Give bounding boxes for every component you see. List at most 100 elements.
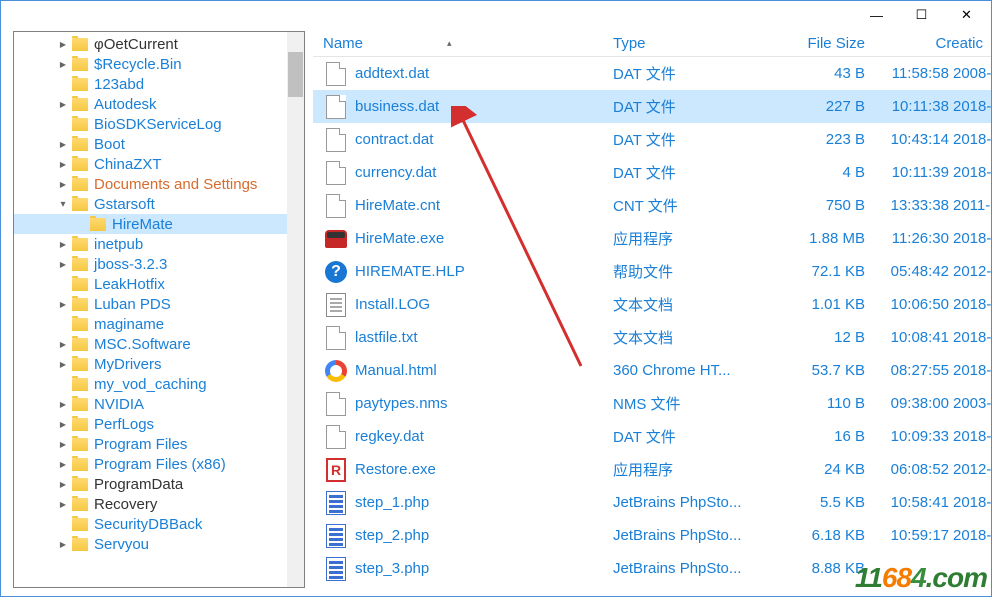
- chevron-right-icon[interactable]: ▶: [56, 60, 70, 69]
- folder-icon: [72, 378, 88, 391]
- file-row[interactable]: step_2.phpJetBrains PhpSto...6.18 KB10:5…: [313, 519, 991, 552]
- file-row[interactable]: Manual.html360 Chrome HT...53.7 KB08:27:…: [313, 354, 991, 387]
- tree-item[interactable]: ▶HireMate: [14, 214, 304, 234]
- scroll-thumb[interactable]: [288, 52, 303, 97]
- cell-size: 72.1 KB: [785, 263, 873, 280]
- tree-item[interactable]: ▶Program Files (x86): [14, 454, 304, 474]
- file-row[interactable]: addtext.datDAT 文件43 B11:58:582008-: [313, 57, 991, 90]
- chevron-down-icon[interactable]: ▾: [56, 199, 70, 210]
- folder-icon: [72, 58, 88, 71]
- folder-tree[interactable]: ▶φOetCurrent▶$Recycle.Bin▶123abd▶Autodes…: [14, 32, 304, 554]
- file-row[interactable]: lastfile.txt文本文档12 B10:08:412018-: [313, 321, 991, 354]
- chevron-right-icon[interactable]: ▶: [56, 480, 70, 489]
- minimize-button[interactable]: —: [854, 1, 899, 29]
- chevron-right-icon[interactable]: ▶: [56, 540, 70, 549]
- tree-item[interactable]: ▶Luban PDS: [14, 294, 304, 314]
- tree-item[interactable]: ▶ Documents and Settings: [14, 174, 304, 194]
- tree-item[interactable]: ▶Boot: [14, 134, 304, 154]
- column-size[interactable]: File Size: [785, 31, 873, 56]
- column-creation[interactable]: Creatic: [873, 31, 983, 56]
- folder-icon: [72, 338, 88, 351]
- chevron-right-icon[interactable]: ▶: [56, 180, 70, 189]
- tree-item[interactable]: ▶ MSC.Software: [14, 334, 304, 354]
- cell-year: 2008-: [949, 65, 989, 82]
- chevron-right-icon[interactable]: ▶: [56, 500, 70, 509]
- tree-scrollbar[interactable]: [287, 32, 304, 587]
- tree-item-label: MSC.Software: [94, 336, 191, 353]
- tree-item[interactable]: ▶NVIDIA: [14, 394, 304, 414]
- tree-item[interactable]: ▶Autodesk: [14, 94, 304, 114]
- tree-item-label: my_vod_caching: [94, 376, 207, 393]
- chevron-right-icon[interactable]: ▶: [56, 460, 70, 469]
- tree-item[interactable]: ▶ ProgramData: [14, 474, 304, 494]
- tree-item[interactable]: ▶jboss-3.2.3: [14, 254, 304, 274]
- help-icon: ?: [325, 259, 347, 285]
- file-row[interactable]: HireMate.exe应用程序1.88 MB11:26:302018-: [313, 222, 991, 255]
- column-name[interactable]: Name ▴: [313, 31, 609, 56]
- folder-icon: [72, 418, 88, 431]
- tree-item[interactable]: ▶$Recycle.Bin: [14, 54, 304, 74]
- chevron-right-icon[interactable]: ▶: [56, 360, 70, 369]
- tree-item-label: HireMate: [112, 216, 173, 233]
- file-row[interactable]: RRestore.exe应用程序24 KB06:08:522012-: [313, 453, 991, 486]
- file-row[interactable]: Install.LOG文本文档1.01 KB10:06:502018-: [313, 288, 991, 321]
- cell-type: JetBrains PhpSto...: [609, 494, 785, 511]
- tree-item-label: Documents and Settings: [94, 176, 257, 193]
- close-button[interactable]: ✕: [944, 1, 989, 29]
- file-row[interactable]: HireMate.cntCNT 文件750 B13:33:382011-: [313, 189, 991, 222]
- chevron-right-icon[interactable]: ▶: [56, 340, 70, 349]
- tree-item[interactable]: ▶123abd: [14, 74, 304, 94]
- file-row[interactable]: paytypes.nmsNMS 文件110 B09:38:002003-: [313, 387, 991, 420]
- file-row[interactable]: ?HIREMATE.HLP帮助文件72.1 KB05:48:422012-: [313, 255, 991, 288]
- tree-item[interactable]: ▶Program Files: [14, 434, 304, 454]
- cell-name: HireMate.cnt: [313, 193, 609, 219]
- file-row[interactable]: contract.datDAT 文件223 B10:43:142018-: [313, 123, 991, 156]
- php-icon: [325, 523, 347, 549]
- cell-name: contract.dat: [313, 127, 609, 153]
- chevron-right-icon[interactable]: ▶: [56, 240, 70, 249]
- cell-year: 2018-: [949, 131, 989, 148]
- cell-type: 应用程序: [609, 459, 785, 480]
- chevron-right-icon[interactable]: ▶: [56, 160, 70, 169]
- cell-year: 2018-: [949, 164, 989, 181]
- file-row[interactable]: currency.datDAT 文件4 B10:11:392018-: [313, 156, 991, 189]
- chevron-right-icon[interactable]: ▶: [56, 440, 70, 449]
- chevron-right-icon[interactable]: ▶: [56, 420, 70, 429]
- folder-icon: [72, 278, 88, 291]
- tree-item[interactable]: ▶my_vod_caching: [14, 374, 304, 394]
- page-icon: [325, 160, 347, 186]
- tree-item[interactable]: ▾ Gstarsoft: [14, 194, 304, 214]
- chevron-right-icon[interactable]: ▶: [56, 300, 70, 309]
- chevron-right-icon[interactable]: ▶: [56, 260, 70, 269]
- tree-item-label: ProgramData: [94, 476, 183, 493]
- tree-item[interactable]: ▶maginame: [14, 314, 304, 334]
- chevron-right-icon[interactable]: ▶: [56, 140, 70, 149]
- tree-item[interactable]: ▶ChinaZXT: [14, 154, 304, 174]
- folder-icon: [72, 358, 88, 371]
- tree-item[interactable]: ▶MyDrivers: [14, 354, 304, 374]
- tree-item[interactable]: ▶BioSDKServiceLog: [14, 114, 304, 134]
- cell-size: 24 KB: [785, 461, 873, 478]
- chevron-right-icon[interactable]: ▶: [56, 100, 70, 109]
- tree-item[interactable]: ▶PerfLogs: [14, 414, 304, 434]
- file-row[interactable]: step_1.phpJetBrains PhpSto...5.5 KB10:58…: [313, 486, 991, 519]
- tree-item[interactable]: ▶SecurityDBBack: [14, 514, 304, 534]
- maximize-button[interactable]: ☐: [899, 1, 944, 29]
- file-row[interactable]: regkey.datDAT 文件16 B10:09:332018-: [313, 420, 991, 453]
- file-row[interactable]: step_3.phpJetBrains PhpSto...8.88 KB: [313, 552, 991, 585]
- file-row[interactable]: business.datDAT 文件227 B10:11:382018-: [313, 90, 991, 123]
- cell-time: 11:58:58: [873, 65, 949, 82]
- tree-item[interactable]: ▶inetpub: [14, 234, 304, 254]
- tree-item[interactable]: ▶φOetCurrent: [14, 34, 304, 54]
- chevron-right-icon[interactable]: ▶: [56, 40, 70, 49]
- tree-item[interactable]: ▶Recovery: [14, 494, 304, 514]
- column-type[interactable]: Type: [609, 31, 785, 56]
- tree-item[interactable]: ▶LeakHotfix: [14, 274, 304, 294]
- file-list[interactable]: addtext.datDAT 文件43 B11:58:582008-busine…: [313, 57, 991, 585]
- file-name: paytypes.nms: [355, 395, 448, 412]
- tree-item-label: Gstarsoft: [94, 196, 155, 213]
- cell-type: DAT 文件: [609, 129, 785, 150]
- cell-year: 2012-: [949, 461, 989, 478]
- chevron-right-icon[interactable]: ▶: [56, 400, 70, 409]
- tree-item[interactable]: ▶Servyou: [14, 534, 304, 554]
